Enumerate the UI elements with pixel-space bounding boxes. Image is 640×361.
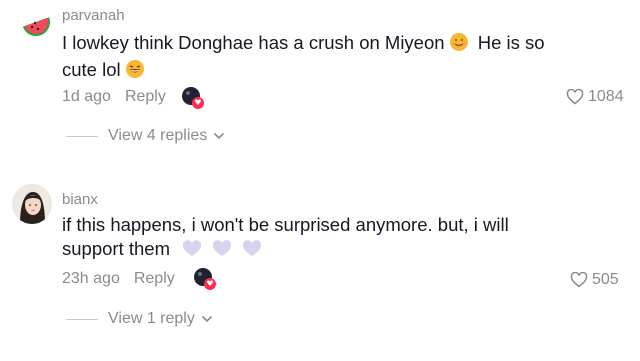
like-count: 1084 bbox=[588, 88, 624, 105]
comment-meta: 23h ago Reply bbox=[62, 270, 175, 288]
comment-item: parvanah I lowkey think Donghae has a cr… bbox=[0, 0, 640, 160]
watermelon-avatar-icon bbox=[22, 17, 50, 36]
comment-item: bianx if this happens, i won't be surpri… bbox=[0, 180, 640, 340]
view-replies-button[interactable]: View 1 reply bbox=[66, 310, 213, 328]
comment-text-part: He is so bbox=[477, 32, 545, 53]
like-count: 505 bbox=[592, 271, 619, 288]
chevron-down-icon bbox=[201, 315, 212, 323]
comment-text: I lowkey think Donghae has a crush on Mi… bbox=[62, 31, 582, 85]
comment-text: if this happens, i won't be surprised an… bbox=[62, 213, 582, 264]
heart-outline-icon bbox=[566, 89, 584, 105]
laughing-face-icon bbox=[125, 59, 145, 85]
lavender-heart-icon bbox=[211, 240, 233, 264]
comment-time: 23h ago bbox=[62, 270, 120, 287]
smiling-face-icon bbox=[449, 32, 469, 58]
heart-outline-icon bbox=[570, 272, 588, 288]
username[interactable]: bianx bbox=[62, 191, 98, 208]
view-replies-label: View 4 replies bbox=[108, 127, 208, 144]
react-sticker-icon[interactable] bbox=[192, 266, 218, 292]
view-replies-label: View 1 reply bbox=[108, 310, 195, 327]
comment-text-part: if this happens, i won't be surprised an… bbox=[62, 214, 509, 235]
lavender-heart-icon bbox=[181, 240, 203, 264]
reply-button[interactable]: Reply bbox=[134, 270, 175, 288]
lavender-heart-icon bbox=[241, 240, 263, 264]
avatar[interactable] bbox=[12, 184, 52, 224]
comment-meta: 1d ago Reply bbox=[62, 88, 166, 106]
comment-text-part: support them bbox=[62, 238, 170, 259]
comment-text-part: I lowkey think Donghae has a crush on Mi… bbox=[62, 32, 445, 53]
comment-text-part: cute lol bbox=[62, 59, 121, 80]
profile-photo-icon bbox=[12, 184, 52, 224]
reply-button[interactable]: Reply bbox=[125, 88, 166, 106]
react-sticker-icon[interactable] bbox=[180, 85, 206, 111]
comment-time: 1d ago bbox=[62, 88, 111, 105]
like-button[interactable]: 505 bbox=[570, 271, 619, 289]
divider bbox=[66, 318, 98, 320]
chevron-down-icon bbox=[214, 132, 225, 140]
divider bbox=[66, 135, 98, 137]
username[interactable]: parvanah bbox=[62, 7, 125, 24]
avatar[interactable] bbox=[16, 8, 56, 48]
view-replies-button[interactable]: View 4 replies bbox=[66, 127, 225, 145]
like-button[interactable]: 1084 bbox=[566, 88, 624, 106]
